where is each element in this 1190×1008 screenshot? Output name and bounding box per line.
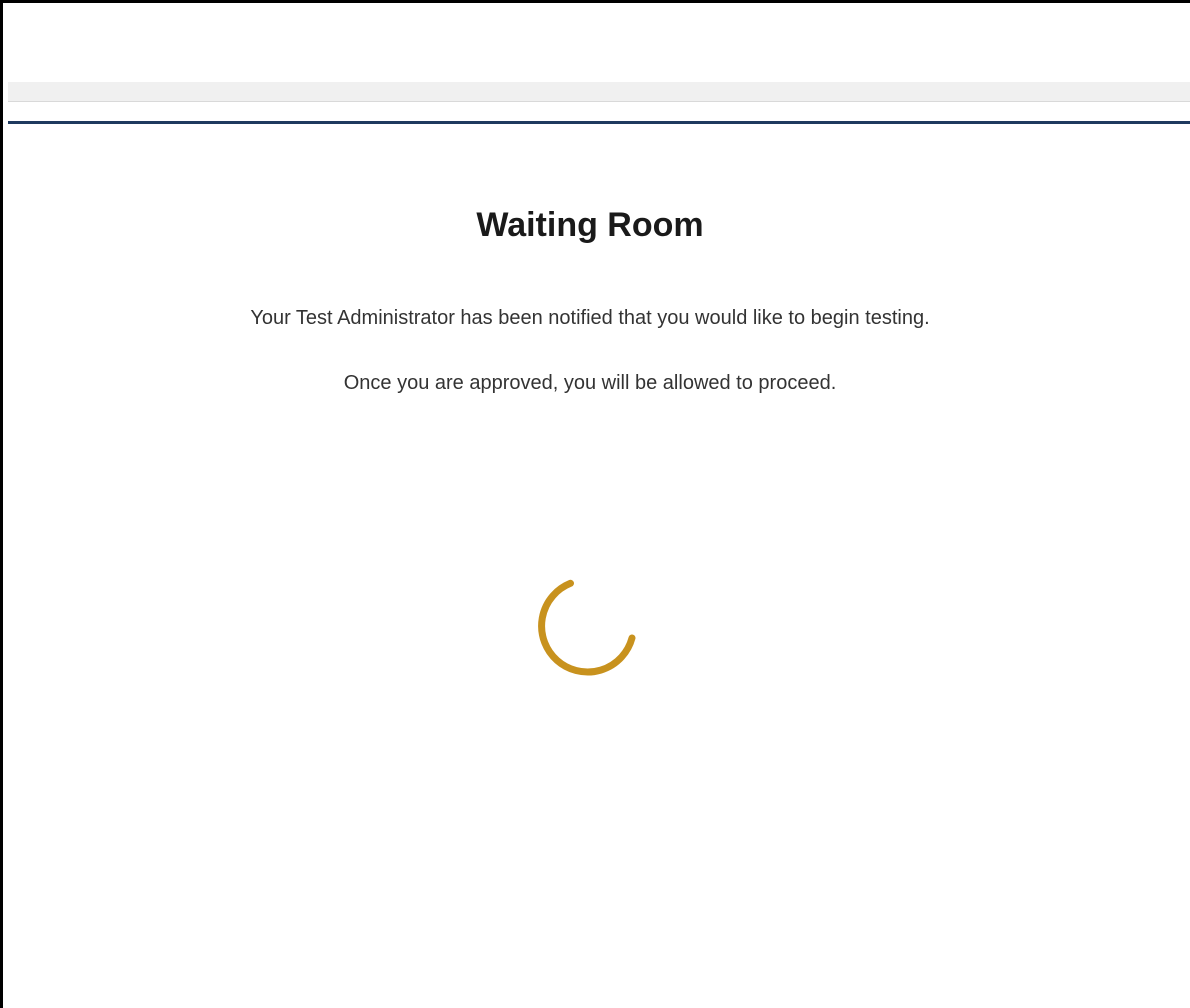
approval-message: Once you are approved, you will be allow… <box>343 372 837 394</box>
waiting-room-panel: Waiting Room Your Test Administrator has… <box>3 124 1190 1008</box>
page-title: Waiting Room <box>476 206 704 244</box>
loading-spinner-icon <box>538 579 636 676</box>
notification-message: Your Test Administrator has been notifie… <box>250 307 930 329</box>
header-toolbar-strip <box>8 82 1190 102</box>
header-area <box>3 3 1190 82</box>
loading-spinner-arc <box>538 579 636 676</box>
